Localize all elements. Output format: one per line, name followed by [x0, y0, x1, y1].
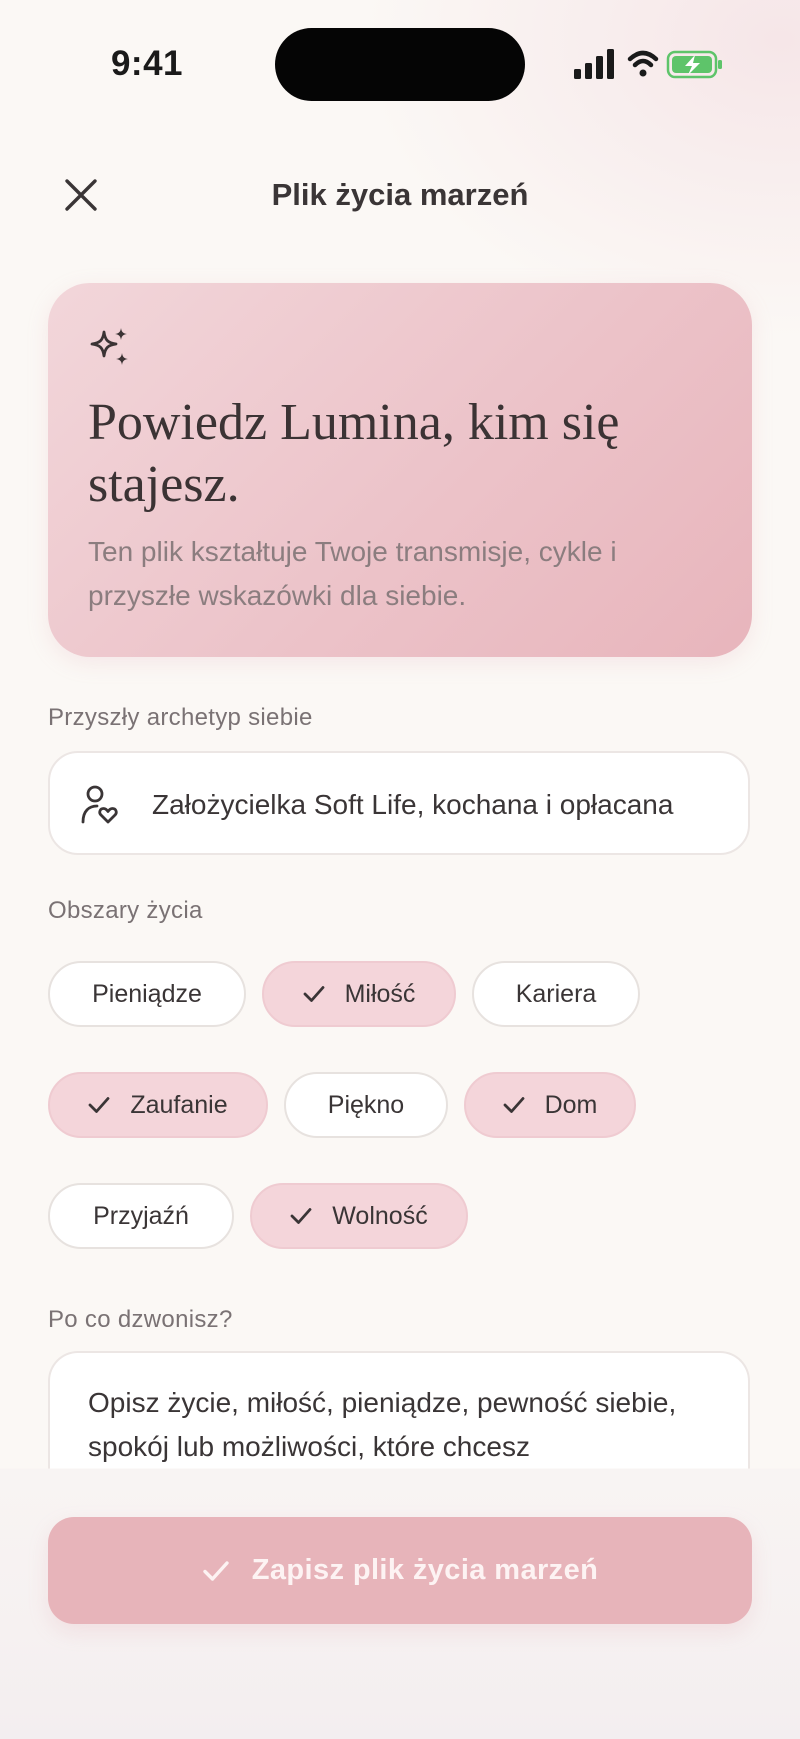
calling-label: Po co dzwonisz? — [48, 1306, 233, 1333]
check-icon — [290, 1208, 312, 1224]
chip-kariera[interactable]: Kariera — [472, 961, 640, 1027]
chip-przyjazn[interactable]: Przyjaźń — [48, 1183, 234, 1249]
chip-label: Przyjaźń — [93, 1201, 189, 1230]
status-time: 9:41 — [110, 44, 184, 83]
chip-pieniadze[interactable]: Pieniądze — [48, 961, 246, 1027]
cellular-signal-icon — [574, 49, 614, 79]
page-title: Plik życia marzeń — [271, 177, 529, 212]
check-icon — [303, 986, 324, 1002]
chip-milosc[interactable]: Miłość — [262, 961, 456, 1027]
check-icon — [203, 1560, 229, 1581]
check-icon — [503, 1097, 524, 1113]
archetype-label: Przyszły archetyp siebie — [48, 704, 313, 731]
chip-label: Zaufanie — [130, 1090, 228, 1119]
close-icon — [65, 179, 97, 211]
chip-label: Kariera — [515, 979, 597, 1008]
life-areas-label: Obszary życia — [48, 897, 203, 924]
check-icon — [88, 1097, 110, 1113]
sparkles-icon — [88, 326, 132, 370]
save-button-label: Zapisz plik życia marzeń — [251, 1554, 599, 1586]
chip-label: Wolność — [332, 1201, 428, 1230]
status-icons — [570, 45, 730, 85]
calling-placeholder: Opisz życie, miłość, pieniądze, pewność … — [88, 1387, 677, 1462]
hero-subtitle: Ten plik kształtuje Twoje transmisje, cy… — [88, 536, 617, 611]
chip-label: Piękno — [327, 1090, 405, 1119]
chip-dom[interactable]: Dom — [464, 1072, 636, 1138]
chip-piekno[interactable]: Piękno — [284, 1072, 448, 1138]
chip-wolnosc[interactable]: Wolność — [250, 1183, 468, 1249]
battery-charging-icon — [666, 50, 722, 79]
chip-zaufanie[interactable]: Zaufanie — [48, 1072, 268, 1138]
person-heart-icon — [78, 784, 120, 826]
wifi-icon — [627, 50, 659, 77]
chip-label: Miłość — [344, 979, 416, 1008]
dynamic-island — [275, 28, 525, 101]
close-button[interactable] — [58, 172, 104, 218]
hero-heading: Powiedz Lumina, kim się stajesz. — [88, 394, 620, 513]
chip-label: Dom — [544, 1090, 598, 1119]
save-button[interactable]: Zapisz plik życia marzeń — [48, 1517, 752, 1624]
archetype-value: Założycielka Soft Life, kochana i opłaca… — [152, 789, 674, 820]
chip-label: Pieniądze — [92, 979, 202, 1008]
